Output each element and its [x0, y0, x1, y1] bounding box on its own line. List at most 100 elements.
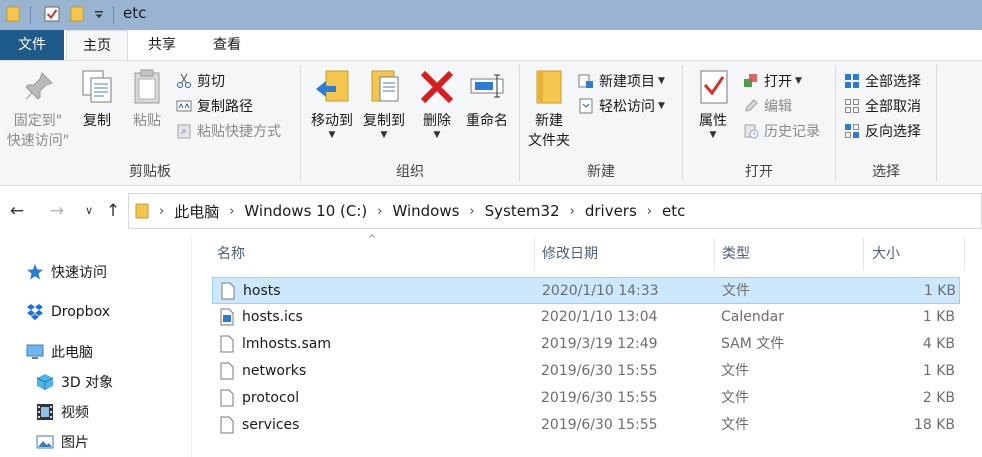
column-header-size[interactable]: 大小 — [872, 236, 900, 272]
tab-home[interactable]: 主页 — [66, 30, 128, 61]
rename-button[interactable]: 重命名 — [461, 67, 513, 131]
move-to-icon — [312, 67, 352, 107]
recent-locations-chevron-icon[interactable]: ∨ — [78, 198, 100, 224]
new-group-label: 新建 — [587, 164, 615, 180]
tab-file[interactable]: 文件 — [0, 30, 64, 60]
breadcrumb-chevron-icon[interactable]: › — [229, 204, 234, 219]
paste-shortcut-button[interactable]: 粘贴快捷方式 — [176, 119, 281, 143]
chevron-down-icon: ▼ — [380, 130, 388, 140]
new-item-button[interactable]: 新建项目 ▼ — [578, 69, 665, 93]
address-bar[interactable]: › 此电脑 › Windows 10 (C:) › Windows › Syst… — [128, 193, 982, 229]
column-header-modified[interactable]: 修改日期 — [542, 236, 598, 272]
dropbox-icon — [26, 303, 44, 321]
easy-access-icon — [578, 98, 594, 114]
history-icon — [743, 123, 759, 139]
customize-toolbar-icon[interactable] — [94, 6, 104, 22]
window-title: etc — [123, 4, 147, 22]
new-item-label: 新建项目 — [599, 74, 655, 90]
properties-label: 属性 — [699, 113, 727, 129]
open-button[interactable]: 打开 ▼ — [743, 69, 802, 93]
breadcrumb-chevron-icon[interactable]: › — [570, 204, 575, 219]
nav-item-dropbox[interactable]: Dropbox — [26, 298, 110, 326]
nav-item-videos[interactable]: 视频 — [36, 398, 89, 426]
table-row[interactable]: hosts.ics 2020/1/10 13:04 Calendar 1 KB — [212, 304, 960, 331]
properties-button[interactable]: 属性 ▼ — [691, 67, 735, 140]
table-row[interactable]: hosts 2020/1/10 14:33 文件 1 KB — [212, 277, 960, 304]
tab-view[interactable]: 查看 — [196, 30, 258, 60]
breadcrumb-item[interactable]: System32 — [485, 202, 560, 220]
table-row[interactable]: lmhosts.sam 2019/3/19 12:49 SAM 文件 4 KB — [212, 331, 960, 358]
up-arrow-icon[interactable]: ↑ — [102, 198, 124, 224]
invert-selection-button[interactable]: 反向选择 — [844, 119, 921, 143]
column-header-type[interactable]: 类型 — [722, 236, 750, 272]
breadcrumb-item[interactable]: Windows — [392, 202, 459, 220]
file-size: 1 KB — [922, 363, 955, 379]
column-separator[interactable] — [714, 238, 715, 270]
select-none-button[interactable]: 全部取消 — [844, 94, 921, 118]
column-separator[interactable] — [534, 238, 535, 270]
file-modified: 2019/6/30 15:55 — [541, 390, 658, 406]
edit-pencil-icon — [743, 98, 759, 114]
file-modified: 2019/6/30 15:55 — [541, 417, 658, 433]
copy-to-label: 复制到 — [363, 113, 405, 129]
file-name: networks — [242, 363, 307, 379]
breadcrumb-chevron-icon[interactable]: › — [647, 204, 652, 219]
file-icon — [220, 389, 234, 407]
column-separator[interactable] — [964, 238, 965, 270]
file-type: 文件 — [721, 363, 749, 379]
clipboard-group-label: 剪贴板 — [129, 164, 171, 180]
edit-button[interactable]: 编辑 — [743, 94, 792, 118]
table-row[interactable]: services 2019/6/30 15:55 文件 18 KB — [212, 412, 960, 439]
select-all-icon — [844, 73, 860, 89]
breadcrumb-chevron-icon[interactable]: › — [377, 204, 382, 219]
file-modified: 2020/1/10 13:04 — [541, 309, 658, 325]
nav-item-label: Dropbox — [51, 304, 110, 320]
chevron-down-icon: ▼ — [795, 76, 802, 86]
easy-access-button[interactable]: 轻松访问 ▼ — [578, 94, 665, 118]
nav-item-quick-access[interactable]: 快速访问 — [26, 258, 107, 286]
organize-group-label: 组织 — [396, 164, 424, 180]
cut-button[interactable]: 剪切 — [176, 69, 225, 93]
copy-to-icon — [364, 67, 404, 107]
breadcrumb-chevron-icon[interactable]: › — [469, 204, 474, 219]
copy-button[interactable]: 复制 — [76, 67, 118, 131]
new-folder-quick-icon[interactable] — [70, 6, 84, 22]
delete-button[interactable]: 删除 ▼ — [417, 67, 457, 140]
forward-arrow-icon[interactable]: → — [46, 198, 68, 224]
new-folder-label-line1: 新建 — [535, 113, 563, 129]
chevron-down-icon: ▼ — [709, 130, 717, 140]
breadcrumb-item[interactable]: Windows 10 (C:) — [244, 202, 367, 220]
back-arrow-icon[interactable]: ← — [6, 198, 28, 224]
nav-item-pictures[interactable]: 图片 — [36, 428, 89, 456]
file-name: lmhosts.sam — [242, 336, 332, 352]
pin-quick-access-button[interactable]: 固定到" 快速访问" — [2, 67, 74, 151]
pin-label-line2: 快速访问" — [6, 133, 70, 149]
history-button[interactable]: 历史记录 — [743, 119, 820, 143]
select-all-button[interactable]: 全部选择 — [844, 69, 921, 93]
file-modified: 2019/6/30 15:55 — [541, 363, 658, 379]
table-row[interactable]: networks 2019/6/30 15:55 文件 1 KB — [212, 358, 960, 385]
navigation-pane: 快速访问 Dropbox 此电脑 3D 对象 视频 图片 — [0, 236, 192, 457]
breadcrumb-item[interactable]: etc — [662, 202, 685, 220]
breadcrumb-item[interactable]: 此电脑 — [174, 201, 219, 222]
copy-path-button[interactable]: 复制路径 — [176, 94, 253, 118]
copy-icon — [77, 67, 117, 107]
cut-label: 剪切 — [197, 74, 225, 90]
file-type: 文件 — [721, 390, 749, 406]
move-to-button[interactable]: 移动到 ▼ — [305, 67, 359, 140]
file-icon — [220, 416, 234, 434]
copy-to-button[interactable]: 复制到 ▼ — [357, 67, 411, 140]
paste-button[interactable]: 粘贴 — [124, 67, 170, 131]
nav-item-label: 图片 — [61, 435, 89, 451]
properties-checkbox-icon[interactable] — [44, 6, 60, 22]
breadcrumb-chevron-icon[interactable]: › — [159, 204, 164, 219]
select-all-label: 全部选择 — [865, 74, 921, 90]
table-row[interactable]: protocol 2019/6/30 15:55 文件 2 KB — [212, 385, 960, 412]
nav-item-this-pc[interactable]: 此电脑 — [26, 338, 93, 366]
column-header-name[interactable]: 名称 — [217, 236, 245, 272]
breadcrumb-item[interactable]: drivers — [585, 202, 637, 220]
nav-item-3d-objects[interactable]: 3D 对象 — [36, 368, 113, 396]
new-folder-button[interactable]: 新建 文件夹 — [524, 67, 574, 151]
column-separator[interactable] — [863, 238, 864, 270]
tab-share[interactable]: 共享 — [132, 30, 192, 60]
